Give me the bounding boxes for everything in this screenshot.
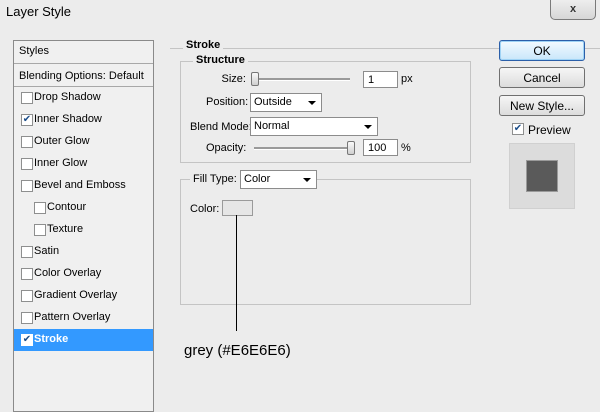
opacity-label: Opacity: xyxy=(206,142,247,154)
size-label: Size: xyxy=(221,73,246,85)
style-item-label: Texture xyxy=(47,223,84,235)
style-item-checkbox[interactable] xyxy=(21,246,33,258)
chevron-down-icon xyxy=(308,101,316,105)
style-item-label: Drop Shadow xyxy=(34,91,101,103)
style-item-label: Outer Glow xyxy=(34,135,90,147)
style-item-pattern-overlay[interactable]: Pattern Overlay xyxy=(14,307,153,329)
style-item-checkbox[interactable]: ✔ xyxy=(21,334,33,346)
size-unit: px xyxy=(401,73,413,85)
blend-mode-value: Normal xyxy=(254,120,290,132)
size-slider[interactable] xyxy=(254,78,350,81)
opacity-unit: % xyxy=(401,142,411,154)
style-item-checkbox[interactable] xyxy=(21,312,33,324)
opacity-slider[interactable] xyxy=(254,147,352,150)
opacity-slider-thumb[interactable] xyxy=(347,141,355,155)
fill-type-group xyxy=(180,179,471,305)
preview-swatch xyxy=(526,160,558,192)
fill-type-label: Fill Type: xyxy=(190,173,240,185)
style-item-label: Contour xyxy=(47,201,87,213)
fill-type-value: Color xyxy=(244,173,271,185)
fill-type-select[interactable]: Color xyxy=(240,170,317,189)
structure-title: Structure xyxy=(193,54,248,66)
style-item-label: Gradient Overlay xyxy=(34,289,118,301)
blend-mode-select[interactable]: Normal xyxy=(250,117,378,136)
style-item-label: Stroke xyxy=(34,333,69,345)
preview-label: Preview xyxy=(528,123,571,137)
style-item-checkbox[interactable] xyxy=(21,268,33,280)
style-item-checkbox[interactable] xyxy=(21,92,33,104)
style-item-stroke[interactable]: ✔ Stroke xyxy=(14,329,153,351)
style-item-satin[interactable]: Satin xyxy=(14,241,153,263)
cancel-button[interactable]: Cancel xyxy=(499,67,585,88)
stroke-section-title: Stroke xyxy=(183,39,224,51)
chevron-down-icon xyxy=(303,178,311,182)
position-label: Position: xyxy=(206,96,249,108)
style-item-checkbox[interactable] xyxy=(21,158,33,170)
divider xyxy=(14,63,153,64)
style-item-label: Color Overlay xyxy=(34,267,102,279)
style-item-inner-shadow[interactable]: ✔ Inner Shadow xyxy=(14,109,153,131)
position-value: Outside xyxy=(254,96,292,108)
style-item-checkbox[interactable] xyxy=(21,290,33,302)
new-style-button[interactable]: New Style... xyxy=(499,95,585,116)
blend-mode-label: Blend Mode: xyxy=(190,121,252,133)
style-item-contour[interactable]: Contour xyxy=(14,197,153,219)
style-item-label: Pattern Overlay xyxy=(34,311,111,323)
title-bar xyxy=(0,0,600,24)
style-item-checkbox[interactable] xyxy=(21,180,33,192)
preview-checkbox[interactable]: ✔ xyxy=(512,123,524,135)
style-item-label: Bevel and Emboss xyxy=(34,179,126,191)
color-label: Color: xyxy=(190,203,220,215)
style-item-label: Satin xyxy=(34,245,60,257)
style-item-checkbox[interactable] xyxy=(34,202,46,214)
annotation-leader-line xyxy=(236,215,237,331)
style-item-drop-shadow[interactable]: Drop Shadow xyxy=(14,87,153,109)
style-item-checkbox[interactable]: ✔ xyxy=(21,114,33,126)
style-item-gradient-overlay[interactable]: Gradient Overlay xyxy=(14,285,153,307)
size-slider-thumb[interactable] xyxy=(251,72,259,86)
color-swatch[interactable] xyxy=(222,200,253,216)
size-field[interactable]: 1 xyxy=(363,71,398,88)
ok-button[interactable]: OK xyxy=(499,40,585,61)
chevron-down-icon xyxy=(364,125,372,129)
opacity-field[interactable]: 100 xyxy=(363,139,398,156)
close-icon: x xyxy=(569,3,577,15)
style-item-checkbox[interactable] xyxy=(21,136,33,148)
style-item-outer-glow[interactable]: Outer Glow xyxy=(14,131,153,153)
window-title: Layer Style xyxy=(6,4,72,19)
style-item-checkbox[interactable] xyxy=(34,224,46,236)
blending-options-item[interactable]: Blending Options: Default xyxy=(19,70,144,82)
style-item-label: Inner Glow xyxy=(34,157,88,169)
style-item-texture[interactable]: Texture xyxy=(14,219,153,241)
close-button[interactable]: x xyxy=(550,0,596,20)
position-select[interactable]: Outside xyxy=(250,93,322,112)
style-item-label: Inner Shadow xyxy=(34,113,102,125)
style-item-bevel-and-emboss[interactable]: Bevel and Emboss xyxy=(14,175,153,197)
style-item-inner-glow[interactable]: Inner Glow xyxy=(14,153,153,175)
annotation-text: grey (#E6E6E6) xyxy=(184,342,291,359)
style-item-color-overlay[interactable]: Color Overlay xyxy=(14,263,153,285)
styles-header[interactable]: Styles xyxy=(19,45,49,57)
